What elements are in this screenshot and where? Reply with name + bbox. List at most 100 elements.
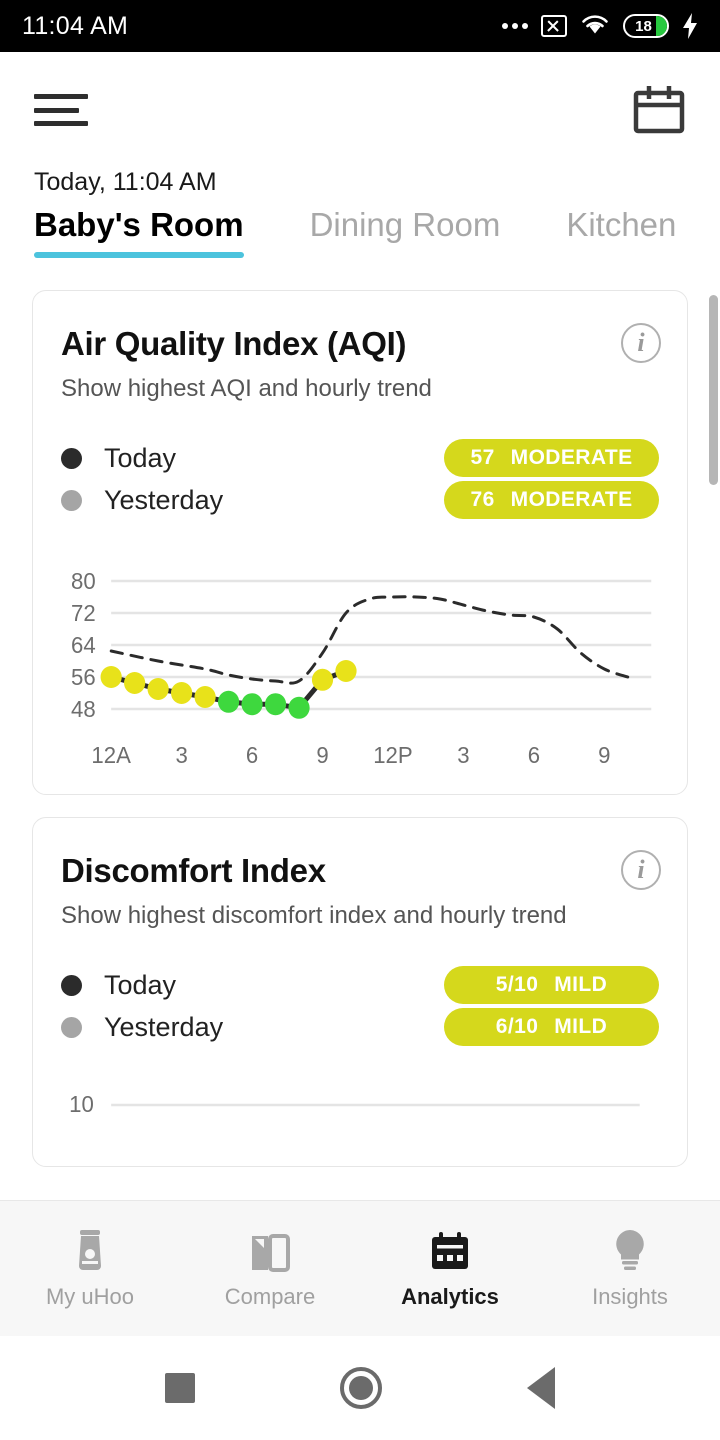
chart-x-tick-label: 9 [598,743,610,768]
chart-x-axis-labels: 12A 3 6 9 12P 3 6 9 [91,743,610,768]
status-badge-today: 57 MODERATE [444,439,659,477]
nav-item-insights[interactable]: Insights [540,1228,720,1310]
calendar-icon[interactable] [632,85,686,135]
battery-fill [656,16,667,36]
chart-data-point [288,696,310,719]
legend-block: Today Yesterday 57 MODERATE 76 MODERATE [61,439,659,519]
nav-label: Insights [592,1283,668,1309]
chart-x-tick-label: 3 [457,743,469,768]
nav-item-compare[interactable]: Compare [180,1228,360,1310]
card-title: Air Quality Index (AQI) [61,325,407,362]
legend-dot-yesterday [61,489,82,511]
compare-cards-icon [248,1228,292,1274]
vertical-scrollbar[interactable] [709,295,718,485]
legend-label-yesterday: Yesterday [104,1011,224,1042]
android-navigation-bar [0,1336,720,1440]
analytics-calendar-icon [428,1228,472,1274]
card-title: Discomfort Index [61,852,326,889]
legend-dot-yesterday [61,1016,82,1038]
card-air-quality-index: Air Quality Index (AQI) i Show highest A… [32,290,688,795]
discomfort-chart-svg: 10 [69,1092,640,1117]
card-discomfort-index: Discomfort Index i Show highest discomfo… [32,817,688,1167]
chart-data-point [241,693,263,716]
aqi-chart: 48 56 64 72 80 12A 3 6 9 12P 3 6 9 [61,553,659,768]
tab-babys-room[interactable]: Baby's Room [34,206,244,258]
battery-icon: 18 [623,14,669,38]
badge-value: 57 [470,446,495,469]
badge-status: MILD [554,1015,608,1038]
info-icon[interactable]: i [621,850,661,890]
scroll-content[interactable]: Air Quality Index (AQI) i Show highest A… [0,290,720,1240]
legend-label-yesterday: Yesterday [104,484,224,515]
more-dots-icon [502,23,528,29]
status-bar-icons: 18 [502,12,698,41]
chart-y-axis-labels: 48 56 64 72 80 [71,569,96,722]
discomfort-chart: 10 [61,1080,659,1140]
wifi-icon [580,12,610,41]
nav-item-analytics[interactable]: Analytics [360,1228,540,1310]
badge-status: MODERATE [510,446,633,469]
nav-label: My uHoo [45,1283,135,1309]
badge-value: 5/10 [495,973,539,996]
chart-x-tick-label: 6 [246,743,258,768]
legend-dot-today [61,447,82,469]
legend-block: Today Yesterday 5/10 MILD 6/10 MILD [61,966,659,1046]
chart-y-tick-label: 72 [71,601,96,626]
app-header [0,52,720,168]
chart-y-axis-label: 10 [69,1092,94,1117]
status-bar: 11:04 AM 18 [0,0,720,52]
back-triangle-icon[interactable] [527,1367,555,1409]
no-sim-icon [541,15,567,37]
nav-label: Analytics [401,1283,499,1309]
chart-data-point [311,668,334,691]
chart-x-tick-label: 12P [373,743,412,768]
status-badge-yesterday: 76 MODERATE [444,481,659,519]
card-subtitle: Show highest discomfort index and hourly… [61,902,567,929]
tab-dining-room[interactable]: Dining Room [310,206,501,258]
badge-value: 6/10 [495,1015,539,1038]
chart-gridlines [111,579,652,711]
hamburger-menu-icon[interactable] [34,90,88,130]
recents-square-icon[interactable] [165,1373,195,1403]
badge-value: 76 [470,488,495,511]
chart-data-point [194,686,216,708]
device-icon [72,1228,108,1274]
card-subtitle: Show highest AQI and hourly trend [61,375,432,402]
chart-y-tick-label: 48 [71,697,96,722]
chart-y-tick-label: 56 [71,665,96,690]
status-badge-yesterday: 6/10 MILD [444,1008,659,1046]
nav-label: Compare [224,1283,316,1309]
chart-y-tick-label: 64 [71,633,96,658]
chart-x-tick-label: 6 [528,743,540,768]
chart-data-point [217,690,240,713]
status-badge-today: 5/10 MILD [444,966,659,1004]
current-date-label: Today, 11:04 AM [34,168,217,196]
charging-bolt-icon [682,13,698,39]
phone-screen: 11:04 AM 18 Today, 11:04 AM Baby's Room … [0,0,720,1440]
lightbulb-icon [610,1228,650,1274]
tab-kitchen[interactable]: Kitchen [566,206,676,258]
chart-data-point [100,666,122,688]
chart-data-point [124,672,146,694]
chart-data-point [335,660,357,682]
chart-x-tick-label: 9 [316,743,328,768]
badge-status: MILD [554,973,608,996]
chart-data-point [147,678,169,700]
series-yesterday-line [109,595,630,685]
status-bar-clock: 11:04 AM [22,11,129,40]
bottom-navigation: My uHoo Compare Analytics Insights [0,1200,720,1336]
room-tabs: Baby's Room Dining Room Kitchen [0,206,720,276]
nav-item-my-uhoo[interactable]: My uHoo [0,1228,180,1310]
home-circle-icon[interactable] [340,1367,382,1409]
chart-x-tick-label: 3 [175,743,187,768]
badge-status: MODERATE [510,488,633,511]
chart-y-tick-label: 80 [71,569,96,594]
legend-label-today: Today [104,442,177,473]
info-icon[interactable]: i [621,323,661,363]
legend-label-today: Today [104,969,177,1000]
chart-x-tick-label: 12A [91,743,131,768]
legend-dot-today [61,974,82,996]
chart-data-point [170,682,193,704]
aqi-chart-svg: 48 56 64 72 80 12A 3 6 9 12P 3 6 9 [71,569,652,768]
battery-level-label: 18 [635,17,652,35]
